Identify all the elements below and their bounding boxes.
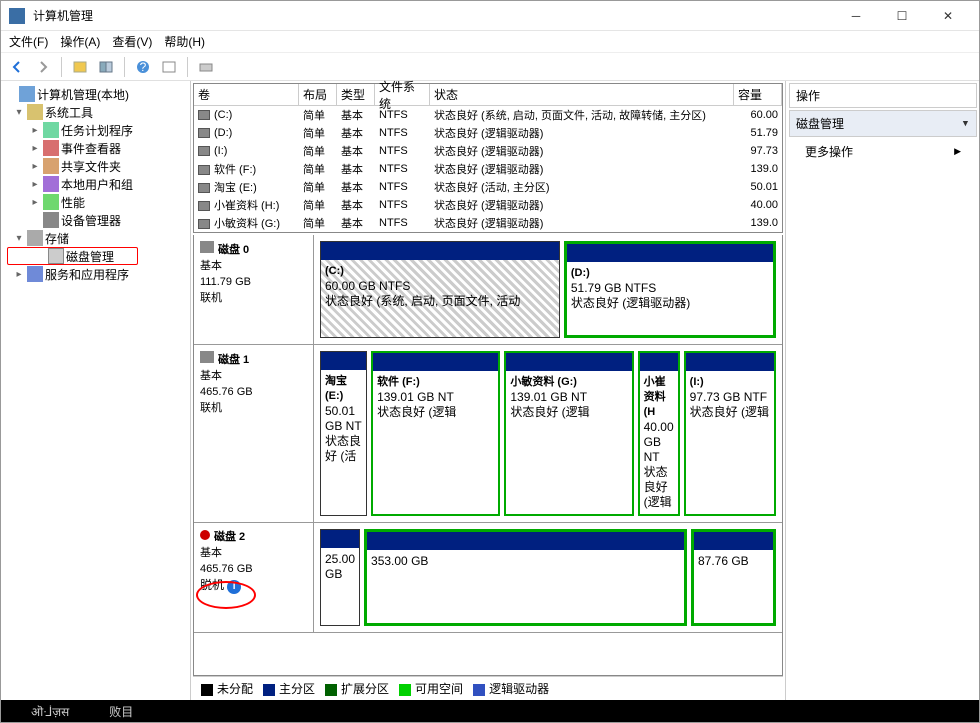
disk-row-2[interactable]: 磁盘 2 基本465.76 GB 脱机 i 25.00 GB 353.00 GB… [194, 523, 782, 633]
volume-list-body[interactable]: (C:)简单基本NTFS状态良好 (系统, 启动, 页面文件, 活动, 故障转储… [194, 106, 782, 232]
volume-row[interactable]: (C:)简单基本NTFS状态良好 (系统, 启动, 页面文件, 活动, 故障转储… [194, 106, 782, 124]
close-button[interactable]: ✕ [925, 1, 971, 31]
maximize-button[interactable]: ☐ [879, 1, 925, 31]
toolbar-icon-3[interactable] [157, 56, 181, 78]
partition-f[interactable]: 软件 (F:)139.01 GB NT状态良好 (逻辑 [371, 351, 500, 516]
disk-side-info-2: 磁盘 2 基本465.76 GB 脱机 i [194, 523, 314, 632]
disk-side-info-0: 磁盘 0 基本 111.79 GB 联机 [194, 235, 314, 344]
disk-icon [200, 351, 214, 363]
toolbar-icon-1[interactable] [68, 56, 92, 78]
main-panel: 卷 布局 类型 文件系统 状态 容量 (C:)简单基本NTFS状态良好 (系统,… [191, 81, 786, 700]
partition-unalloc-3[interactable]: 87.76 GB [691, 529, 776, 626]
partition-c[interactable]: (C:)60.00 GB NTFS状态良好 (系统, 启动, 页面文件, 活动 [320, 241, 560, 338]
menu-file[interactable]: 文件(F) [9, 33, 48, 50]
col-layout[interactable]: 布局 [299, 84, 337, 105]
disk-partitions-1: 淘宝 (E:)50.01 GB NT状态良好 (活 软件 (F:)139.01 … [314, 345, 782, 522]
menu-action[interactable]: 操作(A) [60, 33, 100, 50]
actions-section-diskmgmt[interactable]: 磁盘管理▲ [789, 110, 977, 137]
partition-d[interactable]: (D:)51.79 GB NTFS状态良好 (逻辑驱动器) [564, 241, 776, 338]
tree-systools[interactable]: ▾系统工具 [3, 103, 188, 121]
col-volume[interactable]: 卷 [194, 84, 299, 105]
separator [187, 57, 188, 77]
separator [61, 57, 62, 77]
partition-i[interactable]: (I:)97.73 GB NTF状态良好 (逻辑 [684, 351, 776, 516]
partition-unalloc-2[interactable]: 353.00 GB [364, 529, 687, 626]
volume-row[interactable]: 软件 (F:)简单基本NTFS状态良好 (逻辑驱动器)139.0 [194, 160, 782, 178]
col-filesystem[interactable]: 文件系统 [375, 84, 430, 105]
disk-side-info-1: 磁盘 1 基本465.76 GB联机 [194, 345, 314, 522]
titlebar: 计算机管理 ─ ☐ ✕ [1, 1, 979, 31]
volume-row[interactable]: 小崔资料 (H:)简单基本NTFS状态良好 (逻辑驱动器)40.00 [194, 196, 782, 214]
disk-row-1[interactable]: 磁盘 1 基本465.76 GB联机 淘宝 (E:)50.01 GB NT状态良… [194, 345, 782, 523]
separator [124, 57, 125, 77]
tree-storage[interactable]: ▾存储 [3, 229, 188, 247]
disk-partitions-2: 25.00 GB 353.00 GB 87.76 GB [314, 523, 782, 632]
tree-disk-management[interactable]: 磁盘管理 [7, 247, 138, 265]
tree-shared-folders[interactable]: ▸共享文件夹 [3, 157, 188, 175]
tree-device-manager[interactable]: 设备管理器 [3, 211, 188, 229]
menu-help[interactable]: 帮助(H) [164, 33, 205, 50]
nav-tree[interactable]: 计算机管理(本地) ▾系统工具 ▸任务计划程序 ▸事件查看器 ▸共享文件夹 ▸本… [1, 81, 191, 700]
tree-root[interactable]: 计算机管理(本地) [3, 85, 188, 103]
actions-header: 操作 [789, 83, 977, 108]
content-area: 计算机管理(本地) ▾系统工具 ▸任务计划程序 ▸事件查看器 ▸共享文件夹 ▸本… [1, 81, 979, 700]
svg-text:?: ? [140, 60, 147, 74]
partition-h[interactable]: 小崔资料 (H40.00 GB NT状态良好 (逻辑 [638, 351, 680, 516]
menu-view[interactable]: 查看(V) [112, 33, 152, 50]
info-icon[interactable]: i [227, 580, 241, 594]
legend: 未分配 主分区 扩展分区 可用空间 逻辑驱动器 [193, 676, 783, 700]
volume-list[interactable]: 卷 布局 类型 文件系统 状态 容量 (C:)简单基本NTFS状态良好 (系统,… [193, 83, 783, 233]
volume-row[interactable]: 小敏资料 (G:)简单基本NTFS状态良好 (逻辑驱动器)139.0 [194, 214, 782, 232]
col-status[interactable]: 状态 [430, 84, 734, 105]
volume-row[interactable]: (D:)简单基本NTFS状态良好 (逻辑驱动器)51.79 [194, 124, 782, 142]
col-capacity[interactable]: 容量 [734, 84, 782, 105]
tree-services[interactable]: ▸服务和应用程序 [3, 265, 188, 283]
minimize-button[interactable]: ─ [833, 1, 879, 31]
col-type[interactable]: 类型 [337, 84, 375, 105]
partition-g[interactable]: 小敏资料 (G:)139.01 GB NT状态良好 (逻辑 [504, 351, 633, 516]
chevron-up-icon: ▲ [961, 119, 970, 129]
actions-pane: 操作 磁盘管理▲ 更多操作▶ [786, 81, 979, 700]
tree-task-scheduler[interactable]: ▸任务计划程序 [3, 121, 188, 139]
partition-unalloc-1[interactable]: 25.00 GB [320, 529, 360, 626]
disk-error-icon [200, 530, 210, 540]
chevron-right-icon: ▶ [954, 146, 961, 157]
toolbar: ? [1, 53, 979, 81]
help-icon[interactable]: ? [131, 56, 155, 78]
back-button[interactable] [5, 56, 29, 78]
window-title: 计算机管理 [33, 7, 833, 24]
tree-local-users[interactable]: ▸本地用户和组 [3, 175, 188, 193]
volume-row[interactable]: (I:)简单基本NTFS状态良好 (逻辑驱动器)97.73 [194, 142, 782, 160]
app-icon [9, 8, 25, 24]
disk-partitions-0: (C:)60.00 GB NTFS状态良好 (系统, 启动, 页面文件, 活动 … [314, 235, 782, 344]
toolbar-icon-2[interactable] [94, 56, 118, 78]
disk-row-0[interactable]: 磁盘 0 基本 111.79 GB 联机 (C:)60.00 GB NTFS状态… [194, 235, 782, 345]
forward-button[interactable] [31, 56, 55, 78]
actions-more[interactable]: 更多操作▶ [787, 139, 979, 164]
menubar: 文件(F) 操作(A) 查看(V) 帮助(H) [1, 31, 979, 53]
partition-e[interactable]: 淘宝 (E:)50.01 GB NT状态良好 (活 [320, 351, 367, 516]
taskbar-strip: ऒᒴज़स 败目 [1, 700, 979, 722]
disk-icon [200, 241, 214, 253]
volume-list-header: 卷 布局 类型 文件系统 状态 容量 [194, 84, 782, 106]
volume-row[interactable]: 淘宝 (E:)简单基本NTFS状态良好 (活动, 主分区)50.01 [194, 178, 782, 196]
tree-event-viewer[interactable]: ▸事件查看器 [3, 139, 188, 157]
disk-graphical-view[interactable]: 磁盘 0 基本 111.79 GB 联机 (C:)60.00 GB NTFS状态… [193, 235, 783, 676]
tree-performance[interactable]: ▸性能 [3, 193, 188, 211]
toolbar-icon-4[interactable] [194, 56, 218, 78]
